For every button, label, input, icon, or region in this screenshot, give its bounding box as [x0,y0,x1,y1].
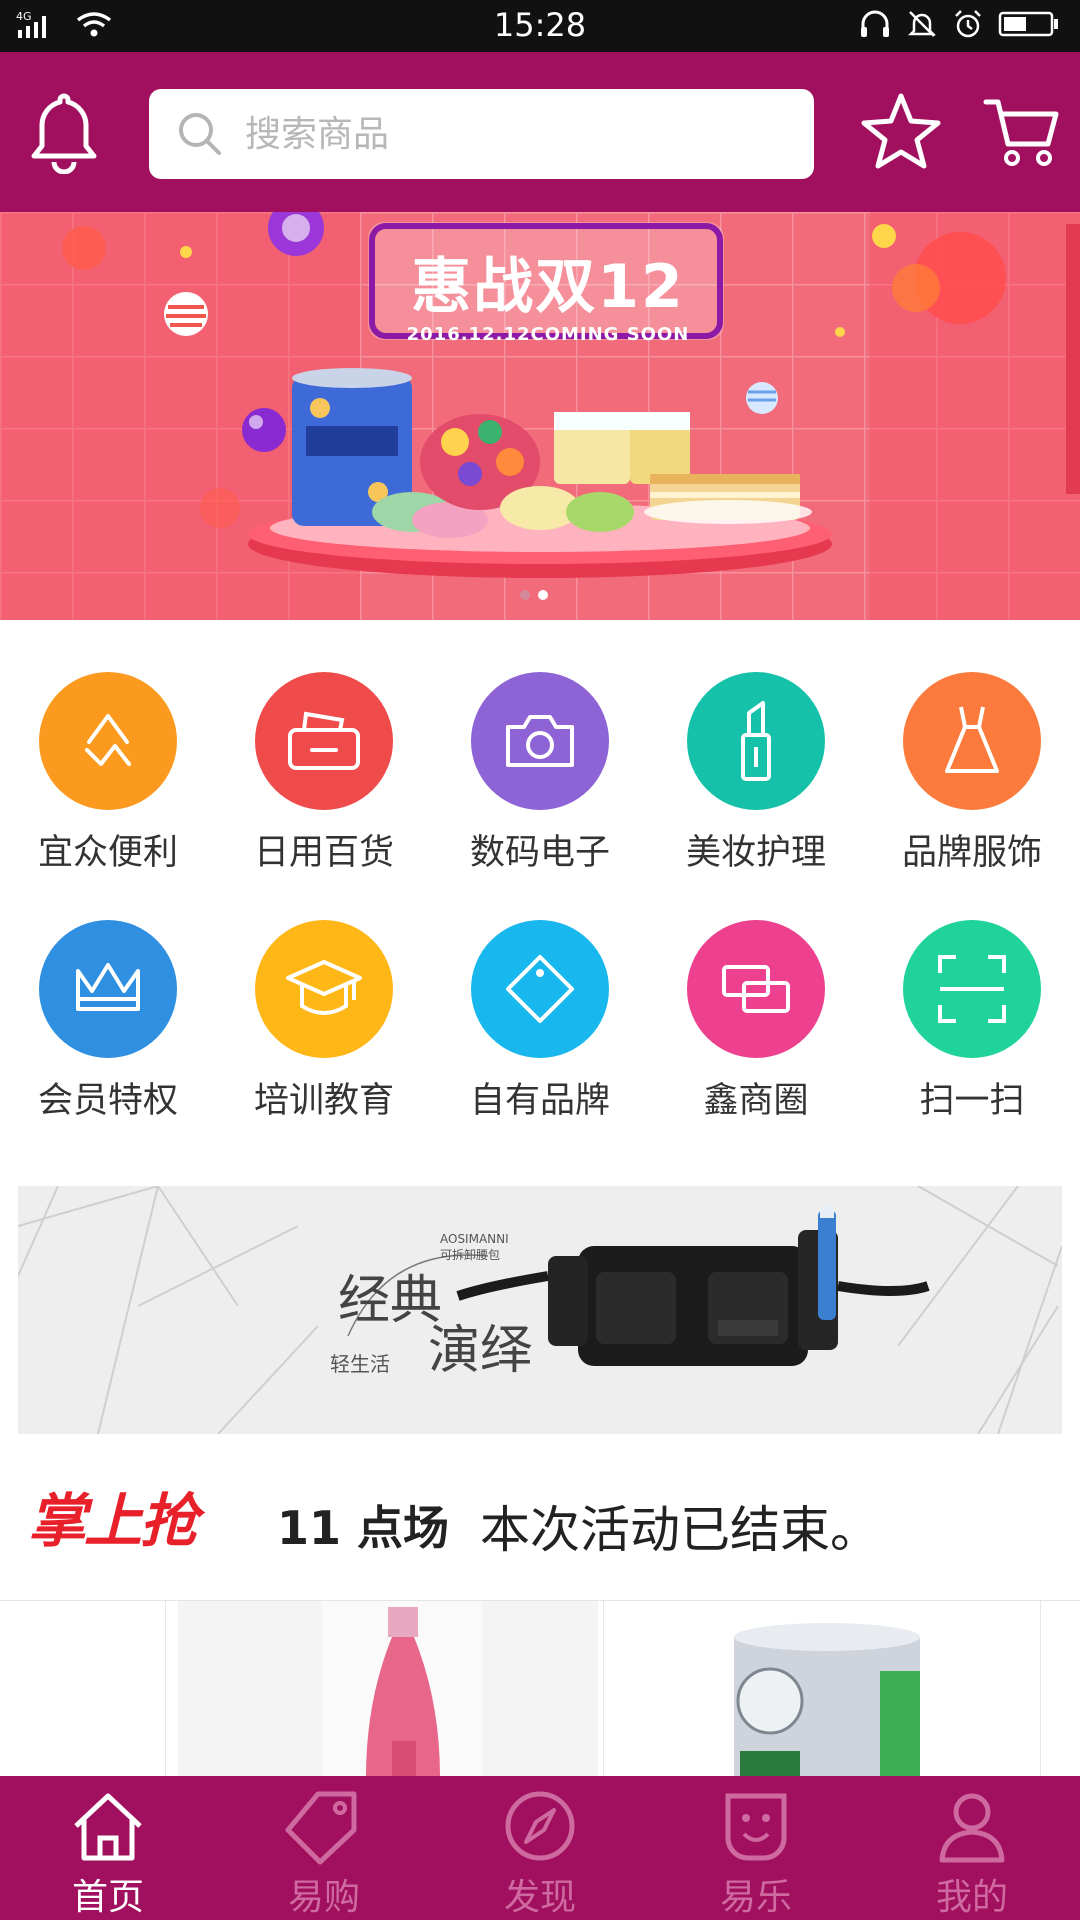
banner-title: 惠战双12 [411,251,685,322]
nav-mine[interactable]: 我的 [864,1776,1080,1920]
bell-icon[interactable] [26,88,102,174]
category-education[interactable]: 培训教育 [216,920,432,1123]
category-label: 数码电子 [469,833,610,873]
category-label: 扫一扫 [919,1081,1025,1121]
bottom-nav: 首页 易购 发现 易乐 我的 [0,1776,1080,1920]
product-strip[interactable] [0,1600,1080,1776]
category-beauty[interactable]: 美妆护理 [648,672,864,875]
category-label: 培训教育 [253,1081,394,1121]
nav-yigou[interactable]: 易购 [216,1776,432,1920]
nav-label: 首页 [71,1877,144,1918]
banner-dot-2[interactable] [538,590,548,600]
category-label: 会员特权 [37,1081,178,1121]
user-icon [939,1793,1005,1863]
flash-sale-bar[interactable]: 掌上抢 11 点场 本次活动已结束。 [0,1440,1080,1600]
category-merchant-circle[interactable]: 鑫商圈 [648,920,864,1123]
banner-pagination [520,590,548,600]
star-icon[interactable] [858,88,944,174]
alarm-icon [955,10,981,38]
category-own-brand[interactable]: 自有品牌 [432,920,648,1123]
category-scan[interactable]: 扫一扫 [864,920,1080,1123]
category-label: 美妆护理 [685,833,826,873]
nav-label: 我的 [935,1877,1008,1918]
link-icon [687,920,825,1058]
nav-label: 发现 [503,1877,576,1918]
crown-icon [39,920,177,1058]
status-bar: 4G 15:28 [0,0,1080,52]
search-input[interactable] [245,113,785,155]
ad-tagline: 轻生活 [330,1352,390,1376]
smile-icon [725,1793,787,1861]
flash-sale-logo: 掌上抢 [28,1487,198,1555]
tag-icon [285,1791,357,1865]
category-daily-goods[interactable]: 日用百货 [216,672,432,875]
search-icon [179,113,221,155]
ad-headline: 经典 演绎 轻生活 [328,1228,548,1398]
category-yizhong[interactable]: 宜众便利 [0,672,216,875]
category-label: 鑫商圈 [703,1081,809,1121]
ad-brand-name: AOSIMANNI [440,1232,509,1246]
banner-dot-1[interactable] [520,590,530,600]
box-icon [255,672,393,810]
battery-icon [998,11,1058,37]
flash-sale-status: 本次活动已结束。 [480,1501,880,1559]
nav-home[interactable]: 首页 [0,1776,216,1920]
nav-label: 易乐 [719,1877,792,1918]
dress-icon [903,672,1041,810]
category-label: 宜众便利 [37,833,178,873]
app-root: 4G 15:28 搜索商品 惠战双12 2016.12.12COMING SOO… [0,0,1080,1920]
search-bar[interactable] [149,89,814,179]
nav-label: 易购 [287,1877,360,1918]
flash-sale-session: 11 点场 [277,1501,450,1555]
mute-bell-icon [907,11,937,37]
ad-banner[interactable]: 经典 演绎 轻生活 AOSIMANNI 可拆卸腰包 [18,1186,1062,1434]
category-label: 自有品牌 [469,1081,610,1121]
ad-headline-1: 经典 [338,1271,443,1331]
product-images [178,1601,920,1776]
nav-discover[interactable]: 发现 [432,1776,648,1920]
camera-icon [471,672,609,810]
banner-subtitle: 2016.12.12COMING SOON [406,324,690,345]
category-label: 品牌服饰 [901,833,1042,873]
category-member[interactable]: 会员特权 [0,920,216,1123]
nav-yile[interactable]: 易乐 [648,1776,864,1920]
graduation-cap-icon [255,920,393,1058]
lipstick-icon [687,672,825,810]
scan-icon [903,920,1041,1058]
headphones-icon [861,10,889,37]
home-icon [74,1793,142,1861]
ad-brand-subtitle: 可拆卸腰包 [440,1248,501,1262]
category-brand-apparel[interactable]: 品牌服饰 [864,672,1080,875]
category-digital[interactable]: 数码电子 [432,672,648,875]
status-right [858,8,1060,40]
category-label: 日用百货 [253,833,394,873]
promo-banner[interactable]: 惠战双12 2016.12.12COMING SOON [0,212,1080,620]
ad-headline-2: 演绎 [428,1321,533,1381]
compass-icon [505,1791,575,1861]
yizhong-icon [39,672,177,810]
top-header [0,52,1080,212]
cart-icon[interactable] [982,88,1062,174]
ad-brand: AOSIMANNI 可拆卸腰包 [440,1232,509,1263]
tag-diamond-icon [471,920,609,1058]
